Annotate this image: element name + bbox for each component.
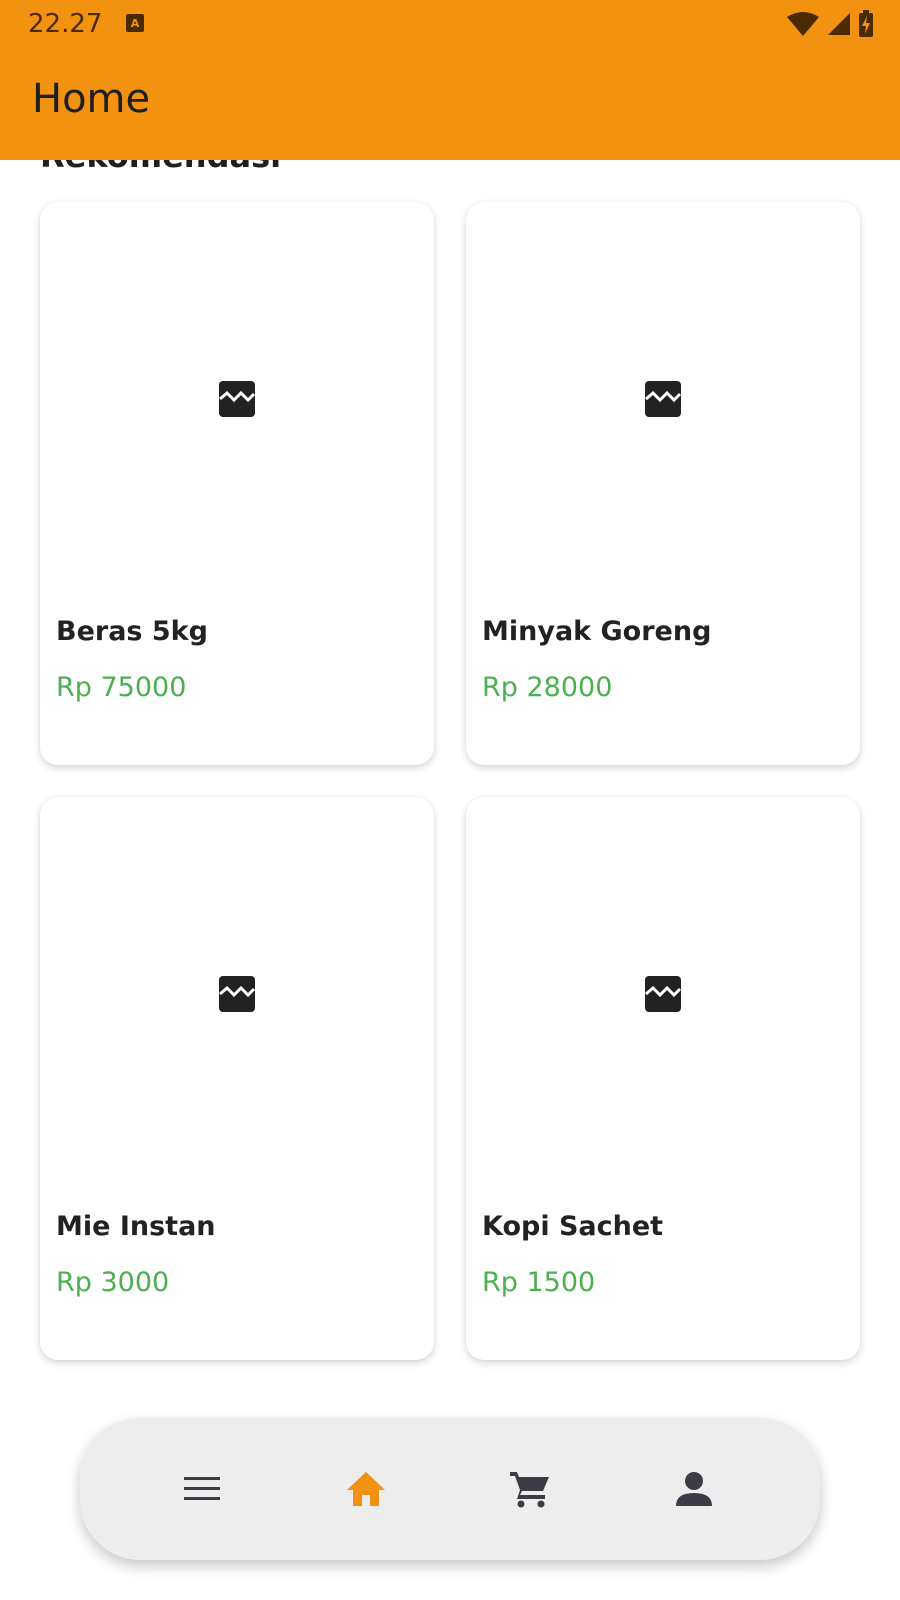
product-price: Rp 1500 [482, 1267, 596, 1298]
svg-text:A: A [131, 17, 140, 30]
status-icons [786, 10, 874, 38]
cell-signal-icon [828, 13, 850, 35]
product-card[interactable]: Mie Instan Rp 3000 [40, 797, 434, 1360]
menu-icon [184, 1477, 220, 1500]
broken-image-icon [219, 976, 256, 1012]
product-image [466, 202, 860, 597]
wifi-icon [787, 12, 819, 36]
product-card[interactable]: Beras 5kg Rp 75000 [40, 202, 434, 765]
product-name: Kopi Sachet [482, 1211, 664, 1242]
product-name: Minyak Goreng [482, 616, 712, 647]
page-title: Home [32, 76, 151, 122]
product-image [466, 797, 860, 1192]
nav-cart-button[interactable] [506, 1465, 554, 1513]
product-card[interactable]: Minyak Goreng Rp 28000 [466, 202, 860, 765]
profile-icon [676, 1472, 712, 1506]
broken-image-icon [645, 976, 682, 1012]
battery-charging-icon [859, 10, 873, 37]
product-price: Rp 75000 [56, 672, 187, 703]
product-price: Rp 3000 [56, 1267, 170, 1298]
cart-icon [510, 1472, 549, 1508]
home-icon [347, 1472, 385, 1506]
bottom-navigation [80, 1418, 820, 1560]
status-time: 22.27 [28, 9, 103, 39]
product-image [40, 797, 434, 1192]
product-image [40, 202, 434, 597]
status-bar: 22.27 A [0, 0, 900, 48]
a-notification-icon: A [126, 14, 144, 32]
nav-home-button[interactable] [342, 1465, 390, 1513]
nav-profile-button[interactable] [670, 1465, 718, 1513]
broken-image-icon [645, 381, 682, 417]
nav-menu-button[interactable] [178, 1465, 226, 1513]
product-price: Rp 28000 [482, 672, 613, 703]
broken-image-icon [219, 381, 256, 417]
product-name: Mie Instan [56, 1211, 216, 1242]
app-bar: Home [0, 48, 900, 160]
product-name: Beras 5kg [56, 616, 208, 647]
product-card[interactable]: Kopi Sachet Rp 1500 [466, 797, 860, 1360]
